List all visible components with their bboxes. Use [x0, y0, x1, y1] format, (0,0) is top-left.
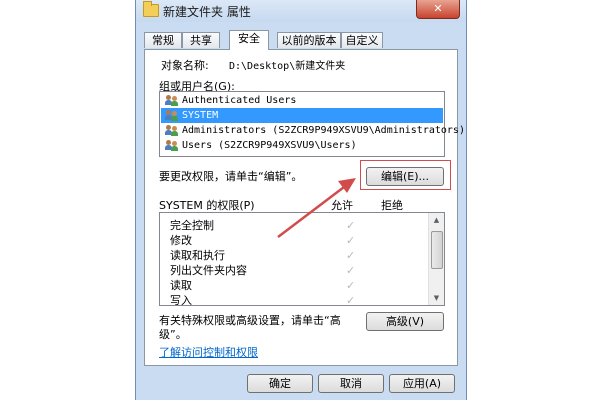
permission-name: 完全控制	[170, 219, 214, 232]
tab-customize[interactable]: 自定义	[341, 32, 383, 48]
allow-check-icon: ✓	[346, 249, 356, 262]
user-name: Users (S2ZCR9P949XSVU9\Users)	[182, 140, 357, 151]
permission-row: 读取和执行 ✓	[160, 248, 430, 263]
ok-button[interactable]: 确定	[247, 374, 313, 393]
title-bar[interactable]: 新建文件夹 属性 ✕	[136, 0, 466, 22]
scroll-down-arrow-icon[interactable]: ▼	[429, 291, 444, 305]
allow-check-icon: ✓	[346, 279, 356, 292]
user-name: SYSTEM	[182, 110, 219, 121]
user-group-icon	[165, 94, 179, 106]
properties-dialog: 新建文件夹 属性 ✕ 常规 共享 安全 以前的版本 自定义 对象名称: D:\D…	[135, 0, 467, 400]
permissions-list[interactable]: 完全控制 ✓ 修改 ✓ 读取和执行 ✓ 列出文件夹内容 ✓ 读取 ✓ 写入 ✓	[159, 212, 445, 306]
user-item-users[interactable]: Users (S2ZCR9P949XSVU9\Users)	[161, 138, 443, 153]
tab-general[interactable]: 常规	[144, 32, 182, 48]
close-icon: ✕	[433, 2, 443, 15]
permission-row: 修改 ✓	[160, 233, 430, 248]
apply-button[interactable]: 应用(A)	[389, 374, 455, 393]
user-group-icon	[165, 109, 179, 121]
user-item-administrators[interactable]: Administrators (S2ZCR9P949XSVU9\Administ…	[161, 123, 465, 138]
advanced-hint-line2: 级”。	[159, 328, 187, 341]
allow-column-header: 允许	[331, 199, 353, 212]
object-name-label: 对象名称:	[161, 59, 209, 72]
user-group-icon	[165, 139, 179, 151]
user-item-system[interactable]: SYSTEM	[161, 108, 443, 123]
users-list[interactable]: Authenticated Users SYSTEM Administrator…	[159, 91, 465, 157]
scroll-up-arrow-icon[interactable]: ▲	[429, 213, 444, 227]
permissions-scrollbar[interactable]: ▲ ▼	[428, 213, 444, 305]
allow-check-icon: ✓	[346, 294, 356, 306]
security-panel: 对象名称: D:\Desktop\新建文件夹 组或用户名(G): Authent…	[144, 49, 465, 366]
allow-check-icon: ✓	[346, 219, 356, 232]
permission-row: 读取 ✓	[160, 278, 430, 293]
deny-column-header: 拒绝	[381, 199, 403, 212]
permission-row: 写入 ✓	[160, 293, 430, 306]
object-name-value: D:\Desktop\新建文件夹	[229, 61, 346, 72]
edit-button[interactable]: 编辑(E)...	[366, 167, 444, 186]
scroll-thumb[interactable]	[431, 231, 443, 269]
tab-sharing[interactable]: 共享	[182, 32, 220, 48]
permission-name: 修改	[170, 234, 192, 247]
permission-name: 读取和执行	[170, 249, 225, 262]
user-name: Administrators (S2ZCR9P949XSVU9\Administ…	[182, 125, 465, 136]
folder-icon	[143, 1, 159, 17]
permission-row: 列出文件夹内容 ✓	[160, 263, 430, 278]
user-item-authenticated-users[interactable]: Authenticated Users	[161, 93, 443, 108]
tab-previous-versions[interactable]: 以前的版本	[277, 32, 341, 48]
cancel-button[interactable]: 取消	[318, 374, 384, 393]
tab-security[interactable]: 安全	[229, 30, 269, 50]
learn-access-control-link[interactable]: 了解访问控制和权限	[159, 344, 258, 360]
permissions-label: SYSTEM 的权限(P)	[159, 199, 255, 212]
change-permissions-hint: 要更改权限，请单击“编辑”。	[159, 170, 303, 183]
window-title: 新建文件夹 属性	[163, 5, 251, 19]
allow-check-icon: ✓	[346, 264, 356, 277]
user-group-icon	[165, 124, 179, 136]
permission-name: 读取	[170, 279, 192, 292]
user-name: Authenticated Users	[182, 95, 297, 106]
close-button[interactable]: ✕	[416, 0, 460, 19]
permission-name: 写入	[170, 294, 192, 306]
permission-row: 完全控制 ✓	[160, 218, 430, 233]
advanced-button[interactable]: 高级(V)	[366, 312, 444, 331]
allow-check-icon: ✓	[346, 234, 356, 247]
permission-name: 列出文件夹内容	[170, 264, 247, 277]
